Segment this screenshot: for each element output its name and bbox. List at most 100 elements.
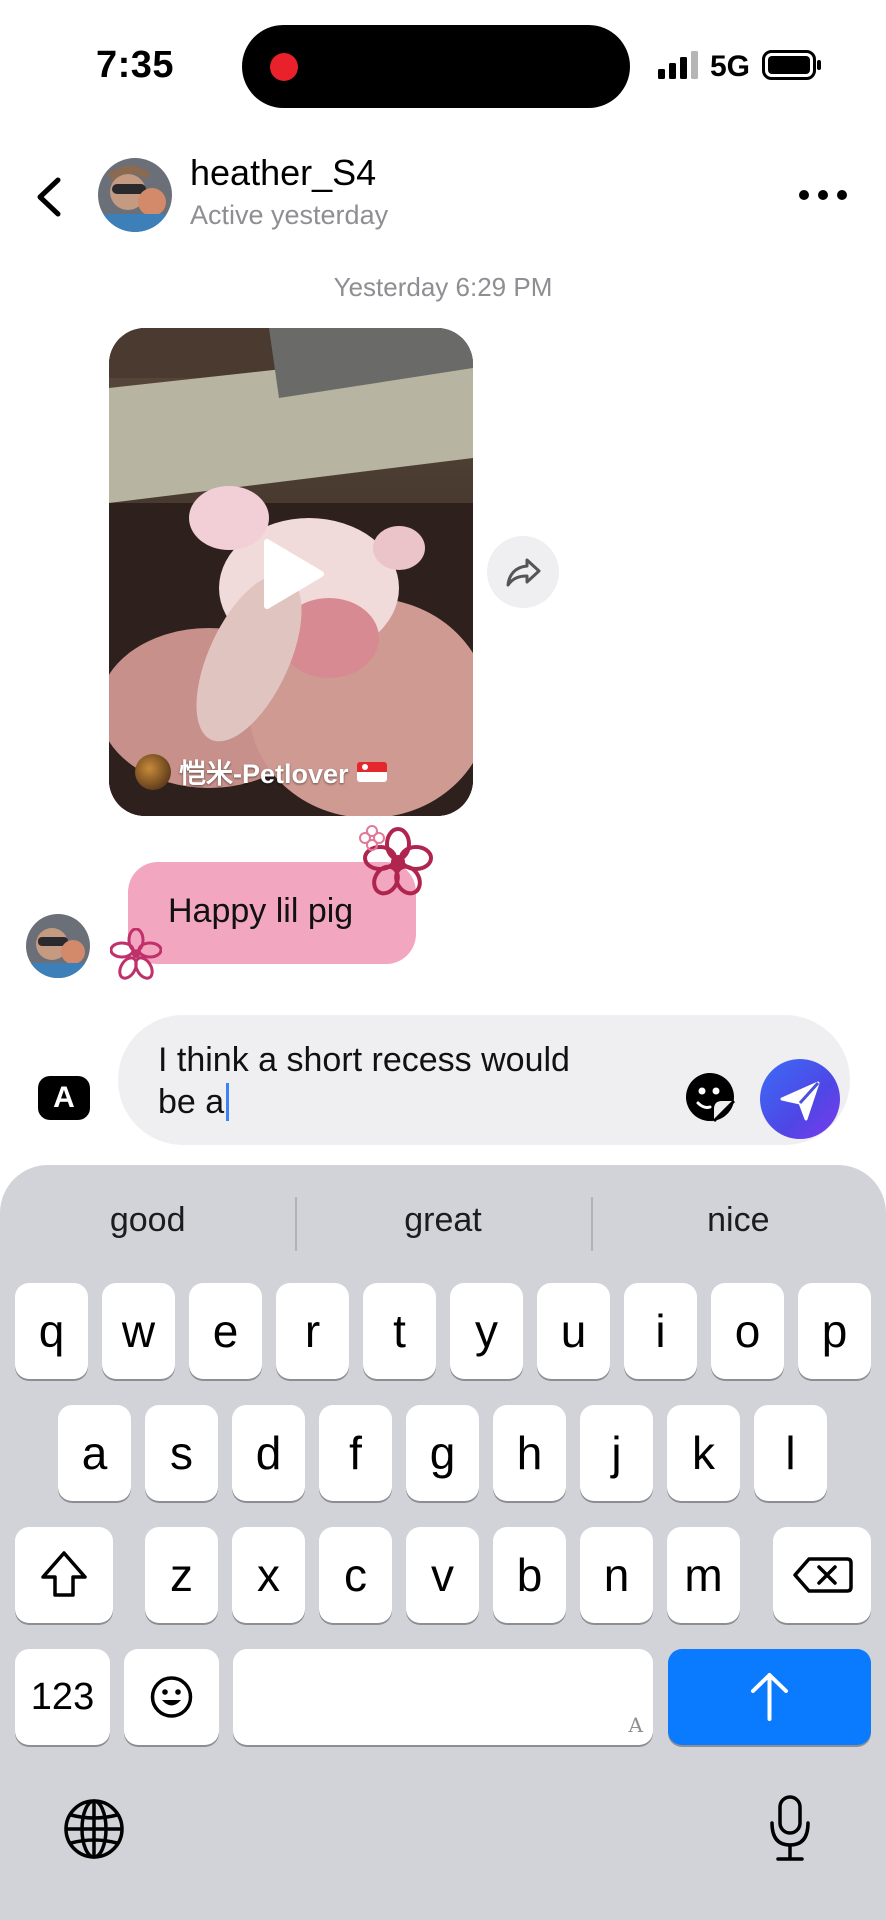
key-y[interactable]: y	[450, 1283, 523, 1379]
input-line-1: I think a short recess would	[158, 1041, 570, 1079]
small-flower-icon	[359, 825, 385, 851]
key-label: e	[212, 1305, 239, 1357]
key-b[interactable]: b	[493, 1527, 566, 1623]
return-key[interactable]	[668, 1649, 871, 1745]
key-w[interactable]: w	[102, 1283, 175, 1379]
key-i[interactable]: i	[624, 1283, 697, 1379]
space-key[interactable]: A	[233, 1649, 653, 1745]
signal-strength-icon	[658, 51, 698, 79]
key-label: h	[516, 1427, 543, 1479]
key-label: u	[560, 1305, 587, 1357]
back-button[interactable]	[30, 170, 70, 224]
globe-icon[interactable]	[62, 1797, 126, 1861]
key-q[interactable]: q	[15, 1283, 88, 1379]
key-g[interactable]: g	[406, 1405, 479, 1501]
key-s[interactable]: s	[145, 1405, 218, 1501]
key-label: d	[255, 1427, 282, 1479]
delete-key[interactable]	[773, 1527, 871, 1623]
sticker-icon[interactable]	[684, 1071, 736, 1123]
key-label: s	[170, 1427, 193, 1479]
up-arrow-icon	[751, 1673, 788, 1721]
shift-icon	[41, 1551, 87, 1597]
key-label: v	[431, 1549, 454, 1601]
text-cursor	[226, 1083, 230, 1121]
suggestion-item[interactable]: nice	[590, 1165, 886, 1275]
key-label: l	[785, 1427, 796, 1479]
key-m[interactable]: m	[667, 1527, 740, 1623]
numbers-key[interactable]: 123	[15, 1649, 110, 1745]
network-type: 5G	[710, 50, 751, 83]
chat-username[interactable]: heather_S4	[190, 152, 376, 194]
key-label: n	[603, 1549, 630, 1601]
key-u[interactable]: u	[537, 1283, 610, 1379]
message-input-text[interactable]: I think a short recess would be a	[158, 1039, 648, 1123]
space-hint: A	[628, 1713, 643, 1737]
message-input[interactable]: I think a short recess would be a	[118, 1015, 850, 1145]
predictive-suggestions: good great nice	[0, 1165, 886, 1275]
play-icon[interactable]	[261, 538, 325, 610]
key-f[interactable]: f	[319, 1405, 392, 1501]
key-label: r	[304, 1305, 321, 1357]
video-owner[interactable]: 恺米-Petlover	[135, 752, 387, 791]
key-label: f	[349, 1427, 362, 1479]
numbers-key-label: 123	[30, 1676, 95, 1718]
key-label: q	[38, 1305, 65, 1357]
key-d[interactable]: d	[232, 1405, 305, 1501]
key-label: g	[429, 1427, 456, 1479]
key-e[interactable]: e	[189, 1283, 262, 1379]
key-t[interactable]: t	[363, 1283, 436, 1379]
owner-name: 恺米-Petlover	[179, 759, 349, 789]
key-l[interactable]: l	[754, 1405, 827, 1501]
key-x[interactable]: x	[232, 1527, 305, 1623]
message-text: Happy lil pig	[168, 892, 354, 930]
microphone-icon[interactable]	[766, 1793, 814, 1865]
active-status: Active yesterday	[190, 200, 389, 230]
key-j[interactable]: j	[580, 1405, 653, 1501]
more-options-icon[interactable]	[796, 180, 850, 210]
send-button[interactable]	[760, 1059, 840, 1139]
backspace-icon	[793, 1557, 853, 1593]
key-k[interactable]: k	[667, 1405, 740, 1501]
key-label: m	[684, 1549, 723, 1601]
key-label: x	[257, 1549, 280, 1601]
key-label: b	[516, 1549, 543, 1601]
suggestion-item[interactable]: great	[295, 1165, 590, 1275]
key-label: c	[344, 1549, 367, 1601]
key-p[interactable]: p	[798, 1283, 871, 1379]
text-style-label: A	[53, 1081, 75, 1114]
status-bar: 7:35 5G	[0, 0, 886, 120]
key-a[interactable]: a	[58, 1405, 131, 1501]
dynamic-island	[242, 25, 630, 108]
input-line-2: be a	[158, 1083, 225, 1121]
avatar[interactable]	[98, 158, 172, 232]
key-label: o	[734, 1305, 761, 1357]
shared-video-card[interactable]: 恺米-Petlover	[109, 328, 473, 816]
key-r[interactable]: r	[276, 1283, 349, 1379]
key-n[interactable]: n	[580, 1527, 653, 1623]
key-c[interactable]: c	[319, 1527, 392, 1623]
message-timestamp: Yesterday 6:29 PM	[0, 272, 886, 303]
key-label: t	[393, 1305, 406, 1357]
sender-avatar[interactable]	[26, 914, 90, 978]
singapore-flag-icon	[356, 761, 387, 782]
key-label: y	[475, 1305, 498, 1357]
key-label: p	[821, 1305, 848, 1357]
emoji-icon	[150, 1676, 193, 1718]
key-z[interactable]: z	[145, 1527, 218, 1623]
battery-icon	[762, 50, 821, 80]
key-label: j	[611, 1427, 622, 1479]
shift-key[interactable]	[15, 1527, 113, 1623]
emoji-key[interactable]	[124, 1649, 219, 1745]
suggestion-item[interactable]: good	[0, 1165, 295, 1275]
text-style-button[interactable]: A	[38, 1076, 90, 1120]
status-time: 7:35	[96, 44, 175, 86]
key-h[interactable]: h	[493, 1405, 566, 1501]
key-v[interactable]: v	[406, 1527, 479, 1623]
share-icon[interactable]	[487, 536, 559, 608]
key-label: k	[692, 1427, 715, 1479]
key-label: w	[121, 1305, 156, 1357]
recording-indicator-icon	[270, 53, 298, 81]
timestamp-text: Yesterday 6:29 PM	[333, 272, 553, 302]
key-o[interactable]: o	[711, 1283, 784, 1379]
owner-avatar	[135, 753, 171, 790]
